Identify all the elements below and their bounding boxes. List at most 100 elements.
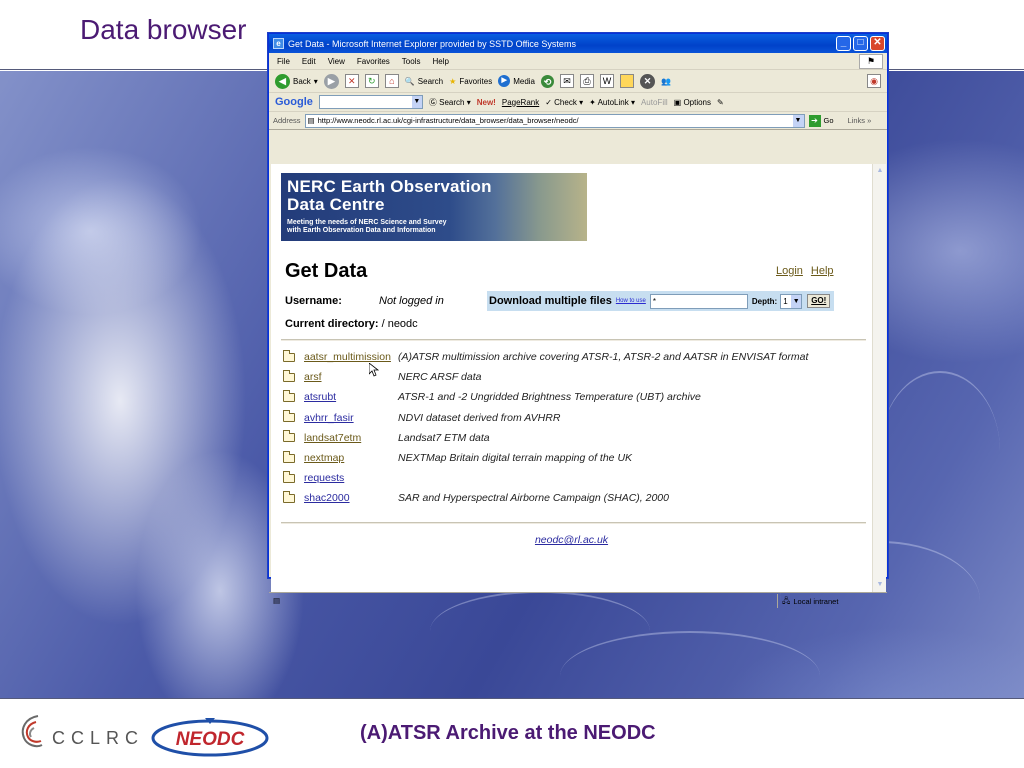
print-button[interactable]: ⎙ bbox=[580, 74, 595, 88]
close-button[interactable]: ✕ bbox=[870, 36, 885, 51]
media-button[interactable]: ▶ Media bbox=[498, 75, 535, 87]
directory-link[interactable]: arsf bbox=[304, 371, 398, 383]
top-links: Login Help bbox=[776, 265, 834, 277]
neodc-logo-icon: NEODC bbox=[151, 718, 269, 757]
stop-button[interactable]: ✕ bbox=[344, 74, 359, 88]
help-link[interactable]: Help bbox=[811, 265, 834, 277]
depth-select[interactable]: 1 ▼ bbox=[780, 293, 803, 309]
download-label: Download multiple files bbox=[489, 295, 612, 307]
status-bar: ▤ 🖧 Local intranet bbox=[269, 592, 887, 608]
google-search-input[interactable]: ▼ bbox=[318, 95, 423, 109]
refresh-button[interactable]: ↻ bbox=[364, 74, 379, 88]
edit-button[interactable]: W bbox=[600, 74, 615, 88]
autofill-button[interactable]: AutoFill bbox=[641, 98, 668, 107]
cclrc-logo-icon bbox=[21, 715, 43, 748]
scroll-up-icon[interactable]: ▲ bbox=[874, 165, 886, 177]
folder-icon bbox=[283, 369, 295, 382]
standard-toolbar: ◀ Back ▾ ▶ ✕ ↻ ⌂ 🔍 Search ★ Favorites ▶ … bbox=[269, 70, 887, 93]
directory-link[interactable]: requests bbox=[304, 472, 398, 484]
scroll-down-icon[interactable]: ▼ bbox=[874, 579, 886, 591]
star-icon: ★ bbox=[449, 76, 457, 86]
maximize-button[interactable]: □ bbox=[853, 36, 868, 51]
minimize-button[interactable]: _ bbox=[836, 36, 851, 51]
ie-icon: e bbox=[273, 38, 284, 49]
search-button[interactable]: 🔍 Search bbox=[405, 77, 443, 86]
current-directory-row: Current directory: / neodc bbox=[285, 318, 418, 330]
google-toolbar: Google ▼ Ⓖ Search ▾ New! PageRank ✓ Chec… bbox=[269, 93, 887, 112]
river-line bbox=[880, 371, 1000, 531]
spellcheck-button[interactable]: ✓ Check ▾ bbox=[545, 98, 583, 107]
options-button[interactable]: ▣ Options bbox=[674, 98, 711, 107]
vertical-scrollbar[interactable]: ▲ ▼ bbox=[872, 164, 886, 592]
download-multiple-panel: Download multiple files How to use * Dep… bbox=[487, 291, 834, 311]
list-item: avhrr_fasir NDVI dataset derived from AV… bbox=[283, 408, 863, 428]
block-button[interactable]: ✕ bbox=[640, 73, 656, 89]
home-button[interactable]: ⌂ bbox=[384, 74, 399, 88]
contact-email-link[interactable]: neodc@rl.ac.uk bbox=[271, 534, 872, 546]
list-item: requests bbox=[283, 468, 863, 488]
go-submit-button[interactable]: GO! bbox=[807, 294, 831, 308]
intranet-icon: 🖧 bbox=[782, 595, 791, 605]
directory-description: NDVI dataset derived from AVHRR bbox=[398, 411, 561, 424]
list-item: atsrubt ATSR-1 and -2 Ungridded Brightne… bbox=[283, 387, 863, 407]
links-button[interactable]: Links » bbox=[848, 116, 872, 125]
page-title: Get Data bbox=[285, 260, 368, 282]
banner-subtitle-line2: with Earth Observation Data and Informat… bbox=[287, 227, 436, 234]
banner-subtitle-line1: Meeting the needs of NERC Science and Su… bbox=[287, 219, 447, 226]
banner-title-line2: Data Centre bbox=[287, 195, 385, 214]
directory-link[interactable]: landsat7etm bbox=[304, 432, 398, 444]
google-logo[interactable]: Google bbox=[275, 96, 313, 108]
how-to-use-link[interactable]: How to use bbox=[616, 298, 646, 304]
back-button[interactable]: ◀ Back ▾ bbox=[275, 73, 318, 89]
chevron-down-icon[interactable]: ▼ bbox=[791, 294, 802, 308]
menu-edit[interactable]: Edit bbox=[302, 57, 316, 66]
folder-button[interactable] bbox=[620, 74, 635, 88]
directory-link[interactable]: aatsr_multimission bbox=[304, 351, 398, 363]
page-content: NERC Earth Observation Data Centre Meeti… bbox=[271, 164, 872, 592]
menu-file[interactable]: File bbox=[277, 57, 290, 66]
go-button[interactable]: ➔ Go bbox=[808, 114, 834, 127]
security-zone: 🖧 Local intranet bbox=[777, 594, 838, 608]
directory-link[interactable]: avhrr_fasir bbox=[304, 412, 398, 424]
username-label: Username: bbox=[285, 295, 342, 307]
page-icon: ▤ bbox=[307, 116, 315, 125]
folder-icon bbox=[283, 410, 295, 423]
chevron-down-icon[interactable]: ▼ bbox=[411, 96, 422, 108]
login-link[interactable]: Login bbox=[776, 265, 803, 277]
autolink-button[interactable]: ✦ AutoLink ▾ bbox=[589, 98, 635, 107]
list-item: shac2000 SAR and Hyperspectral Airborne … bbox=[283, 488, 863, 508]
research-icon[interactable]: ◉ bbox=[867, 74, 881, 88]
new-badge[interactable]: New! bbox=[477, 98, 496, 107]
messenger-icon[interactable]: 👥 bbox=[661, 77, 671, 86]
menu-view[interactable]: View bbox=[328, 57, 345, 66]
cclrc-wordmark: CCLRC bbox=[52, 728, 145, 748]
favorites-button[interactable]: ★ Favorites bbox=[449, 77, 492, 86]
directory-link[interactable]: atsrubt bbox=[304, 391, 398, 403]
menu-help[interactable]: Help bbox=[432, 57, 448, 66]
pagerank-button[interactable]: PageRank bbox=[502, 98, 539, 107]
folder-icon bbox=[283, 430, 295, 443]
forward-button[interactable]: ▶ bbox=[323, 73, 339, 89]
directory-description: SAR and Hyperspectral Airborne Campaign … bbox=[398, 492, 669, 505]
pencil-icon[interactable]: ✎ bbox=[717, 98, 724, 107]
back-arrow-icon: ◀ bbox=[275, 73, 290, 89]
folder-icon bbox=[283, 490, 295, 503]
address-url: http://www.neodc.rl.ac.uk/cgi-infrastruc… bbox=[317, 116, 579, 125]
google-search-button[interactable]: Ⓖ Search ▾ bbox=[429, 97, 471, 108]
menu-tools[interactable]: Tools bbox=[402, 57, 421, 66]
username-row: Username: Not logged in bbox=[285, 295, 444, 307]
depth-label: Depth: bbox=[751, 296, 778, 306]
directory-link[interactable]: shac2000 bbox=[304, 492, 398, 504]
list-item: landsat7etm Landsat7 ETM data bbox=[283, 428, 863, 448]
directory-description: (A)ATSR multimission archive covering AT… bbox=[398, 351, 809, 364]
history-button[interactable]: ⟲ bbox=[541, 74, 555, 88]
mail-button[interactable]: ✉ bbox=[560, 74, 575, 88]
address-input[interactable]: ▤ http://www.neodc.rl.ac.uk/cgi-infrastr… bbox=[304, 113, 805, 128]
window-titlebar[interactable]: e Get Data - Microsoft Internet Explorer… bbox=[269, 34, 887, 53]
chevron-down-icon[interactable]: ▼ bbox=[792, 114, 804, 127]
file-pattern-input[interactable]: * bbox=[649, 293, 748, 309]
windows-flag-icon: ⚑ bbox=[859, 54, 883, 69]
directory-link[interactable]: nextmap bbox=[304, 452, 398, 464]
browser-window: e Get Data - Microsoft Internet Explorer… bbox=[268, 33, 888, 608]
menu-favorites[interactable]: Favorites bbox=[357, 57, 390, 66]
